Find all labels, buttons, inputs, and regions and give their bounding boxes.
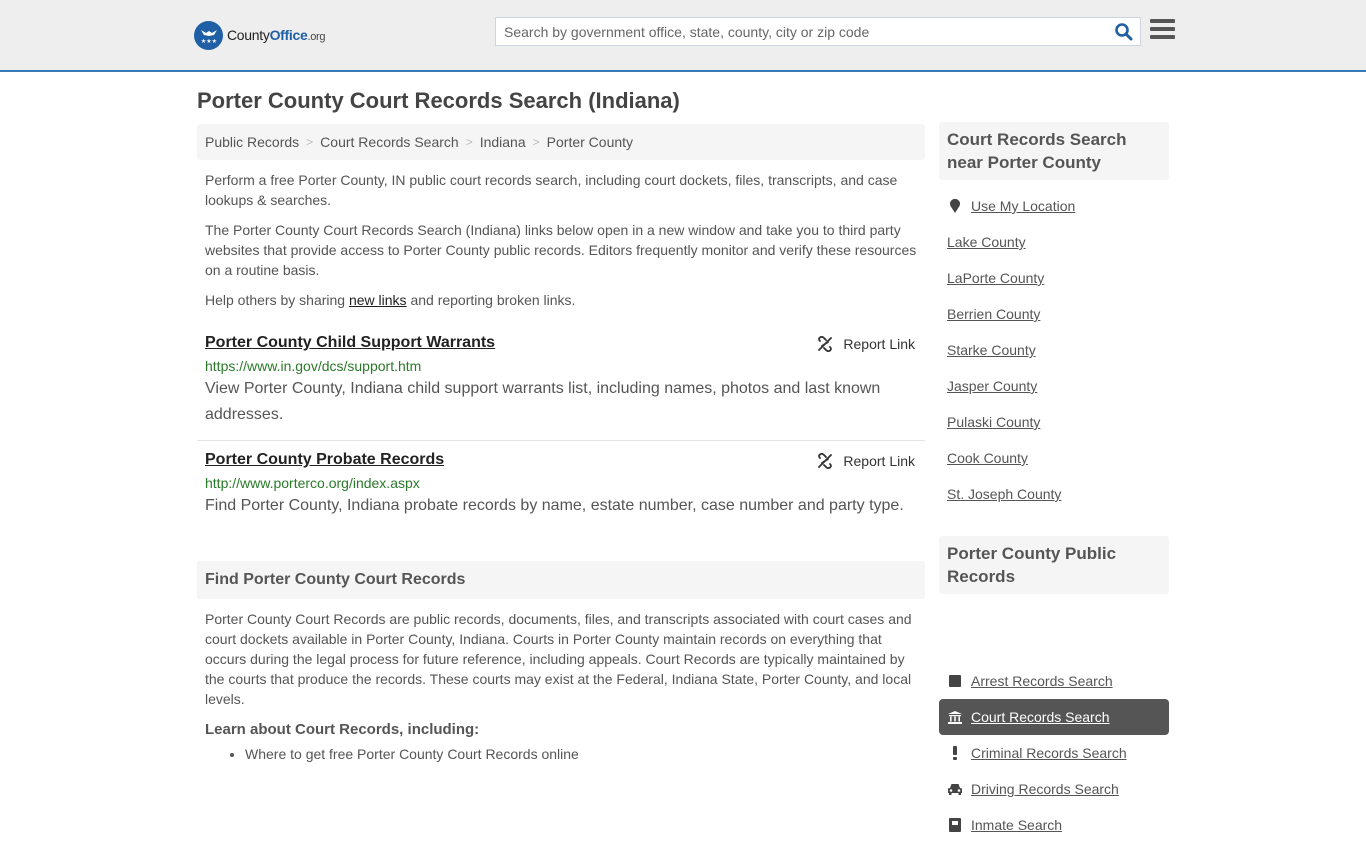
disclaimer-paragraph: The Porter County Court Records Search (… [205,222,917,278]
sidebar-item-inmate-search: Inmate Search [939,807,1169,843]
search-bar [495,17,1141,46]
nearby-county-link[interactable]: Starke County [947,342,1036,358]
page-title: Porter County Court Records Search (Indi… [197,88,680,113]
learn-list-item: Where to get free Porter County Court Re… [245,746,925,762]
nearby-county-link[interactable]: Cook County [947,450,1028,466]
report-link-button[interactable]: Report Link [817,453,915,469]
use-location-item: Use My Location [939,188,1169,224]
learn-list: Where to get free Porter County Court Re… [197,746,925,762]
breadcrumb-separator: > [465,135,473,149]
breadcrumb-indiana[interactable]: Indiana [480,134,526,150]
result-description: Find Porter County, Indiana probate reco… [205,497,904,514]
map-pin-icon [947,198,963,214]
result-title-link[interactable]: Porter County Child Support Warrants [205,334,495,351]
nearby-heading: Court Records Search near Porter County [939,122,1169,180]
nearby-county-link[interactable]: Berrien County [947,306,1040,322]
nearby-county-link[interactable]: Pulaski County [947,414,1040,430]
breadcrumb: Public Records > Court Records Search > … [197,124,925,160]
main-content: Perform a free Porter County, IN public … [197,170,925,762]
breadcrumb-separator: > [532,135,540,149]
help-paragraph: Help others by sharing new links and rep… [205,292,576,308]
result-url: http://www.porterco.org/index.aspx [205,475,420,491]
eagle-stars-logo-icon: ★★★ [194,20,223,50]
public-records-sidebar: Porter County Public Records Arrest Reco… [939,536,1169,843]
search-input[interactable] [496,18,1096,45]
learn-heading: Learn about Court Records, including: [205,721,480,738]
new-links-link[interactable]: new links [349,292,407,308]
courthouse-icon [947,709,963,725]
square-icon [947,673,963,689]
result-item: Porter County Probate Records Report Lin… [197,440,925,531]
intro-paragraph: Perform a free Porter County, IN public … [205,172,898,208]
sidebar-item-court-records: Court Records Search [939,699,1169,735]
find-records-body: Porter County Court Records are public r… [205,611,912,707]
breadcrumb-porter-county[interactable]: Porter County [547,134,633,150]
nearby-county-link[interactable]: Lake County [947,234,1026,250]
result-title-link[interactable]: Porter County Probate Records [205,451,444,468]
inmate-icon [947,817,963,833]
nearby-county-link[interactable]: LaPorte County [947,270,1044,286]
result-description: View Porter County, Indiana child suppor… [205,380,881,423]
search-icon[interactable] [1114,22,1134,42]
car-icon [947,781,963,797]
nearby-sidebar: Court Records Search near Porter County … [939,122,1169,512]
breadcrumb-separator: > [306,135,314,149]
result-item: Porter County Child Support Warrants Rep… [197,324,925,440]
broken-link-icon [818,336,833,352]
site-logo[interactable]: ★★★ CountyOffice.org [194,20,326,50]
sidebar-item-criminal-records: Criminal Records Search [939,735,1169,771]
exclamation-icon [947,745,963,761]
result-url: https://www.in.gov/dcs/support.htm [205,358,422,374]
nearby-county-link[interactable]: Jasper County [947,378,1037,394]
logo-text: CountyOffice.org [227,27,326,43]
nearby-county-link[interactable]: St. Joseph County [947,486,1061,502]
report-link-button[interactable]: Report Link [817,336,915,352]
breadcrumb-court-records-search[interactable]: Court Records Search [320,134,459,150]
broken-link-icon [818,453,833,469]
sidebar-item-arrest-records: Arrest Records Search [939,663,1169,699]
svg-text:★★★: ★★★ [200,38,216,45]
top-header: ★★★ CountyOffice.org [0,0,1366,72]
use-my-location-link[interactable]: Use My Location [971,198,1075,214]
sidebar-item-driving-records: Driving Records Search [939,771,1169,807]
breadcrumb-public-records[interactable]: Public Records [205,134,299,150]
public-records-heading: Porter County Public Records [939,536,1169,594]
hamburger-menu-icon[interactable] [1150,19,1175,43]
find-records-heading: Find Porter County Court Records [197,561,925,599]
